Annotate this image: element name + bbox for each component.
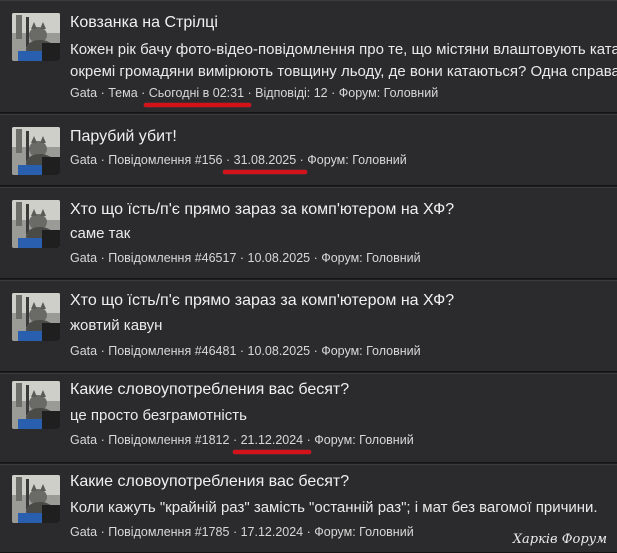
post-number: Повідомлення #1785 (108, 525, 230, 539)
forum-link[interactable]: Форум: Головний (321, 344, 420, 358)
forum-link[interactable]: Форум: Головний (321, 251, 420, 265)
meta-separator: · (222, 153, 234, 167)
meta-separator: · (310, 344, 322, 358)
meta-separator: · (137, 86, 149, 100)
author-link[interactable]: Gata (70, 433, 97, 447)
meta-separator: · (303, 525, 315, 539)
avatar[interactable] (12, 381, 60, 429)
highlight-underline (223, 170, 307, 174)
meta-separator: · (97, 433, 109, 447)
search-result[interactable]: Хто що їсть/п'є прямо зараз за комп'ютер… (0, 187, 617, 279)
result-title[interactable]: Парубий убит! (70, 127, 617, 147)
meta-separator: · (310, 251, 322, 265)
result-meta: Gata · Повідомлення #46481 · 10.08.2025 … (70, 343, 617, 359)
result-date: 10.08.2025 (247, 344, 311, 358)
avatar-cat-image (12, 200, 60, 248)
avatar[interactable] (12, 127, 60, 175)
result-date: 21.12.2024 (240, 433, 304, 447)
avatar-cat-image (12, 13, 60, 61)
avatar-cat-image (12, 293, 60, 341)
meta-separator: · (97, 525, 109, 539)
author-link[interactable]: Gata (70, 251, 97, 265)
result-meta: Gata · Тема · Сьогодні в 02:31 · Відпові… (70, 85, 617, 101)
post-number: Повідомлення #156 (108, 153, 223, 167)
meta-separator: · (229, 433, 241, 447)
result-title[interactable]: Хто що їсть/п'є прямо зараз за комп'ютер… (70, 291, 617, 311)
meta-separator: · (244, 86, 256, 100)
search-result[interactable]: Парубий убит! Gata · Повідомлення #156 ·… (0, 114, 617, 186)
forum-link[interactable]: Форум: Головний (314, 525, 413, 539)
result-meta: Gata · Повідомлення #1812 · 21.12.2024 ·… (70, 432, 617, 448)
avatar-cat-image (12, 127, 60, 175)
post-number: Повідомлення #46481 (108, 344, 237, 358)
meta-separator: · (97, 86, 109, 100)
author-link[interactable]: Gata (70, 86, 97, 100)
avatar-cat-image (12, 475, 60, 523)
meta-separator: · (97, 153, 109, 167)
meta-separator: · (236, 251, 248, 265)
avatar-cat-image (12, 381, 60, 429)
author-link[interactable]: Gata (70, 525, 97, 539)
result-title[interactable]: Какие словоупотребления вас бесят? (70, 380, 617, 400)
result-meta: Gata · Повідомлення #156 · 31.08.2025 · … (70, 152, 617, 168)
author-link[interactable]: Gata (70, 153, 97, 167)
avatar[interactable] (12, 293, 60, 341)
replies-count: Відповіді: 12 (255, 86, 328, 100)
avatar[interactable] (12, 13, 60, 61)
search-result[interactable]: Какие словоупотребления вас бесят? це пр… (0, 373, 617, 463)
result-snippet-line: окремі громадяни вимірюють товщину льоду… (70, 63, 617, 80)
result-date: 17.12.2024 (240, 525, 304, 539)
result-type: Тема (108, 86, 138, 100)
result-date: Сьогодні в 02:31 (148, 86, 245, 100)
result-meta: Gata · Повідомлення #46517 · 10.08.2025 … (70, 250, 617, 266)
meta-separator: · (97, 251, 109, 265)
result-date: 10.08.2025 (247, 251, 311, 265)
meta-separator: · (303, 433, 315, 447)
avatar[interactable] (12, 475, 60, 523)
meta-separator: · (236, 344, 248, 358)
forum-link[interactable]: Форум: Головний (314, 433, 413, 447)
meta-separator: · (229, 525, 241, 539)
forum-link[interactable]: Форум: Головний (307, 153, 406, 167)
highlight-underline (233, 450, 311, 454)
result-title[interactable]: Ковзанка на Стрілці (70, 13, 617, 33)
meta-separator: · (97, 344, 109, 358)
meta-separator: · (327, 86, 339, 100)
author-link[interactable]: Gata (70, 344, 97, 358)
search-result[interactable]: Ковзанка на Стрілці Кожен рік бачу фото-… (0, 0, 617, 113)
post-number: Повідомлення #46517 (108, 251, 237, 265)
forum-link[interactable]: Форум: Головний (339, 86, 438, 100)
result-snippet-line: це просто безграмотність (70, 407, 247, 424)
result-title[interactable]: Хто що їсть/п'є прямо зараз за комп'ютер… (70, 200, 617, 220)
search-result[interactable]: Хто що їсть/п'є прямо зараз за комп'ютер… (0, 280, 617, 372)
result-title[interactable]: Какие словоупотребления вас бесят? (70, 472, 617, 492)
highlight-underline (144, 103, 251, 107)
post-number: Повідомлення #1812 (108, 433, 230, 447)
avatar[interactable] (12, 200, 60, 248)
meta-separator: · (296, 153, 308, 167)
result-snippet-line: Коли кажуть "крайній раз" замість "остан… (70, 499, 598, 516)
result-snippet-line: жовтий кавун (70, 317, 163, 334)
watermark: Харків Форум (512, 532, 607, 547)
result-date: 31.08.2025 (233, 153, 297, 167)
result-snippet-line: Кожен рік бачу фото-відео-повідомлення п… (70, 41, 617, 58)
result-snippet-line: саме так (70, 225, 131, 242)
